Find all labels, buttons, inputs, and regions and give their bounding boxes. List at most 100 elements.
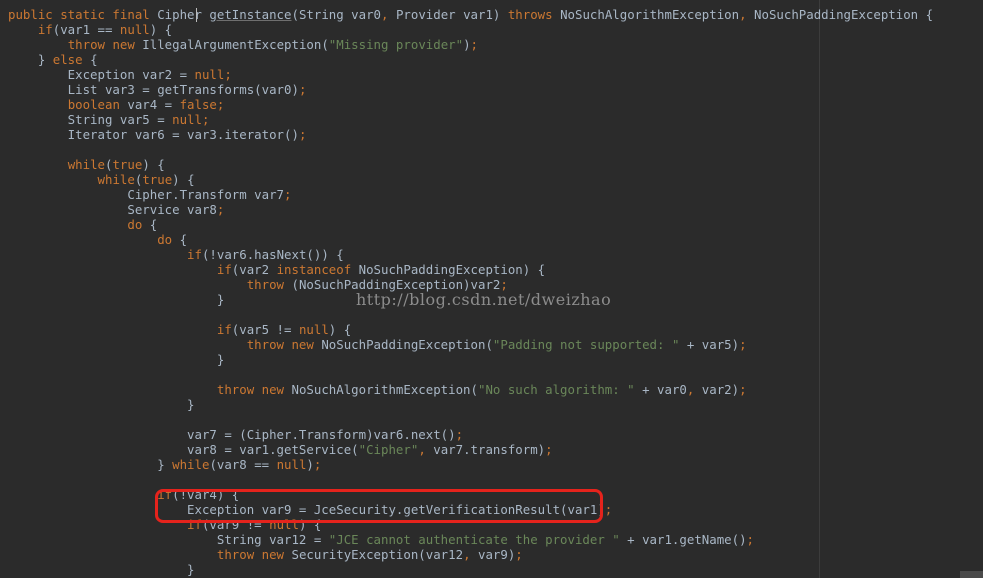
code-line[interactable]: if(var1 == null) { <box>8 22 933 37</box>
code-line[interactable]: if(var5 != null) { <box>8 322 933 337</box>
code-line[interactable]: } <box>8 397 933 412</box>
code-editor[interactable]: public static final Cipher getInstance(S… <box>0 0 983 578</box>
code-line[interactable]: var8 = var1.getService("Cipher", var7.tr… <box>8 442 933 457</box>
code-token: } <box>8 292 225 307</box>
code-token: do <box>127 217 150 232</box>
code-line[interactable]: if(!var6.hasNext()) { <box>8 247 933 262</box>
code-token: (var5 != <box>231 322 299 337</box>
code-token: { <box>179 232 188 247</box>
code-token: ; <box>298 127 307 142</box>
code-token: ; <box>313 457 322 472</box>
code-token: throw new <box>216 547 292 562</box>
code-token: var7.transform) <box>433 442 546 457</box>
code-line[interactable]: } <box>8 562 933 577</box>
code-token: Service var8 <box>8 202 217 217</box>
code-token: ; <box>604 502 613 517</box>
code-line[interactable]: throw new SecurityException(var12, var9)… <box>8 547 933 562</box>
code-token: while <box>97 172 135 187</box>
code-token: "Missing provider" <box>328 37 464 52</box>
code-token: Provider var1) <box>395 7 508 22</box>
code-line[interactable]: String var5 = null; <box>8 112 933 127</box>
code-token: throw new <box>216 382 292 397</box>
code-line[interactable]: var7 = (Cipher.Transform)var6.next(); <box>8 427 933 442</box>
code-token: , <box>739 7 755 22</box>
code-token: String var12 = <box>8 532 329 547</box>
code-token: ; <box>739 337 747 352</box>
code-token: var9) <box>477 547 516 562</box>
code-line[interactable]: do { <box>8 232 933 247</box>
code-token: Exception var2 = <box>8 67 195 82</box>
code-line[interactable]: } while(var8 == null); <box>8 457 933 472</box>
code-line[interactable]: if(var2 instanceof NoSuchPaddingExceptio… <box>8 262 933 277</box>
code-line[interactable]: } else { <box>8 52 933 67</box>
code-token: Iterator var6 = var3.iterator() <box>8 127 299 142</box>
code-line[interactable] <box>8 142 933 157</box>
code-token: null <box>298 322 329 337</box>
code-line[interactable]: } <box>8 352 933 367</box>
code-token: var7 = (Cipher.Transform)var6.next() <box>8 427 456 442</box>
code-token: } <box>8 397 195 412</box>
code-token: ; <box>515 547 523 562</box>
code-token: while <box>172 457 210 472</box>
horizontal-scrollbar-thumb[interactable] <box>960 571 983 578</box>
code-token: ) { <box>172 172 195 187</box>
code-line[interactable] <box>8 412 933 427</box>
code-token: boolean <box>67 97 128 112</box>
code-token: null <box>119 22 150 37</box>
code-token: null; <box>194 67 232 82</box>
code-token: if <box>216 322 232 337</box>
code-token: true <box>112 157 143 172</box>
code-token: var2) <box>701 382 740 397</box>
code-token: if <box>187 247 202 262</box>
code-line[interactable] <box>8 472 933 487</box>
code-token: ; <box>216 202 225 217</box>
code-line[interactable]: throw new IllegalArgumentException("Miss… <box>8 37 933 52</box>
code-token: null <box>276 457 307 472</box>
code-line[interactable]: String var12 = "JCE cannot authenticate … <box>8 532 933 547</box>
code-token: ; <box>298 82 307 97</box>
code-line[interactable]: while(true) { <box>8 172 933 187</box>
code-line[interactable]: List var3 = getTransforms(var0); <box>8 82 933 97</box>
code-token: "JCE cannot authenticate the provider " <box>328 532 620 547</box>
code-token: if <box>216 262 232 277</box>
code-line[interactable]: Cipher.Transform var7; <box>8 187 933 202</box>
code-token: ) { <box>149 22 173 37</box>
code-line[interactable]: Service var8; <box>8 202 933 217</box>
code-token: , <box>418 442 434 457</box>
code-token: do <box>157 232 180 247</box>
code-line[interactable]: throw new NoSuchPaddingException("Paddin… <box>8 337 933 352</box>
code-token: ; <box>455 427 464 442</box>
code-token: null; <box>172 112 210 127</box>
code-token: NoSuchAlgorithmException <box>560 7 740 22</box>
code-token: "No such algorithm: " <box>477 382 635 397</box>
watermark-text: http://blog.csdn.net/dweizhao <box>356 290 612 309</box>
code-token: + var5) <box>679 337 740 352</box>
code-token: + var1.getName() <box>619 532 747 547</box>
code-line[interactable] <box>8 307 933 322</box>
code-line[interactable]: Iterator var6 = var3.iterator(); <box>8 127 933 142</box>
code-token: } <box>8 352 225 367</box>
code-token: (!var6.hasNext()) { <box>201 247 344 262</box>
code-line[interactable]: Exception var2 = null; <box>8 67 933 82</box>
code-line[interactable]: boolean var4 = false; <box>8 97 933 112</box>
code-line[interactable]: do { <box>8 217 933 232</box>
code-token: ; <box>470 37 479 52</box>
code-token: (var1 == <box>52 22 120 37</box>
code-token: var4 = <box>127 97 180 112</box>
code-line[interactable]: while(true) { <box>8 157 933 172</box>
code-line[interactable]: throw new NoSuchAlgorithmException("No s… <box>8 382 933 397</box>
code-token: } <box>8 562 195 577</box>
code-token: "Cipher" <box>358 442 419 457</box>
code-token: (var8 == <box>209 457 277 472</box>
code-line[interactable] <box>8 367 933 382</box>
code-token: ) { <box>328 322 352 337</box>
code-token: Cipher.Transform var7 <box>8 187 285 202</box>
code-line[interactable]: public static final Cipher getInstance(S… <box>8 7 933 22</box>
